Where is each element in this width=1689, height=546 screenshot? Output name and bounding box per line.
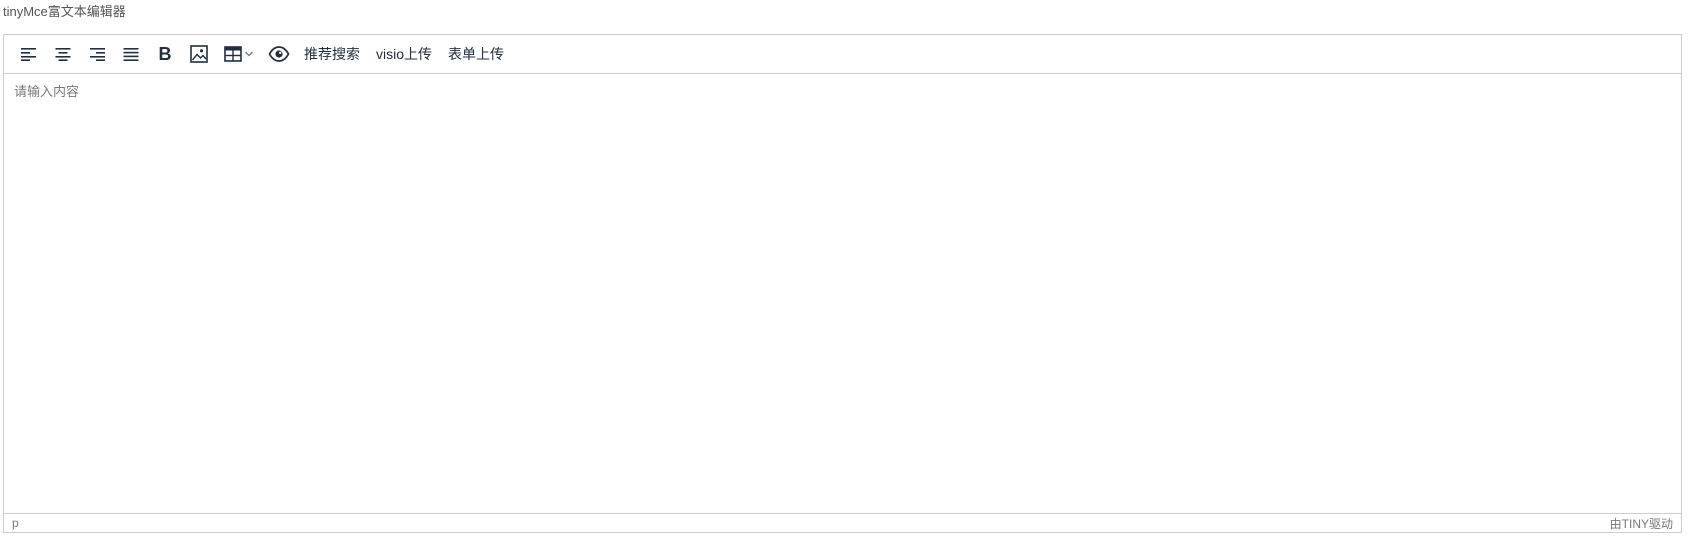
insert-image-button[interactable]	[182, 39, 216, 69]
align-justify-button[interactable]	[114, 39, 148, 69]
align-center-icon	[55, 47, 71, 61]
bold-button[interactable]: B	[148, 39, 182, 69]
align-center-button[interactable]	[46, 39, 80, 69]
visio-upload-button[interactable]: visio上传	[368, 39, 440, 69]
align-right-button[interactable]	[80, 39, 114, 69]
table-icon	[224, 46, 242, 62]
editor-toolbar: B 推荐搜索 visio上传 表单上传	[4, 35, 1681, 74]
preview-button[interactable]	[262, 39, 296, 69]
tiny-branding-link[interactable]: 由TINY驱动	[1610, 515, 1673, 532]
editor-placeholder: 请输入内容	[14, 84, 80, 99]
align-right-icon	[89, 47, 105, 61]
element-path[interactable]: p	[12, 516, 19, 530]
align-left-button[interactable]	[12, 39, 46, 69]
table-button[interactable]	[216, 39, 262, 69]
align-justify-icon	[123, 47, 139, 61]
align-left-icon	[21, 47, 37, 61]
chevron-down-icon[interactable]	[244, 50, 254, 58]
editor-content-area[interactable]: 请输入内容	[4, 74, 1681, 513]
recommend-search-button[interactable]: 推荐搜索	[296, 39, 368, 69]
preview-icon	[268, 46, 290, 62]
bold-icon: B	[158, 44, 172, 64]
page-title: tinyMce富文本编辑器	[3, 4, 126, 19]
editor-statusbar: p 由TINY驱动	[4, 513, 1681, 532]
form-upload-button[interactable]: 表单上传	[440, 39, 512, 69]
rich-text-editor: B 推荐搜索 visio上传 表单上传 请输入内容 p 由TINY驱动	[3, 34, 1682, 533]
image-icon	[190, 45, 208, 63]
